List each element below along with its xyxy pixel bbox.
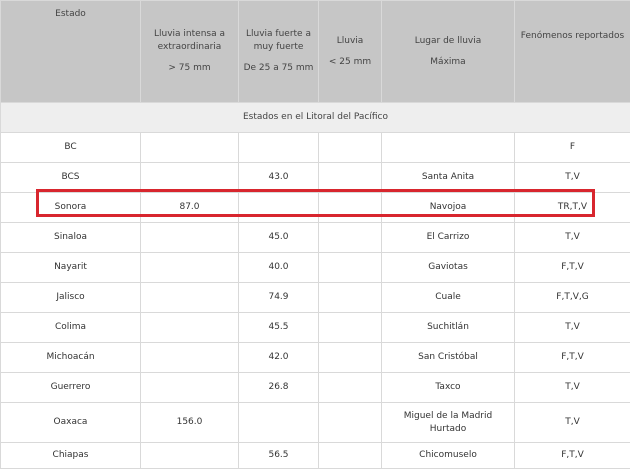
header-lugar: Lugar de lluvia Máxima (382, 1, 515, 103)
cell-lugar: El Carrizo (382, 223, 515, 253)
cell-estado: Michoacán (1, 343, 141, 373)
table-row-highlighted: Sinaloa 45.0 El Carrizo T,V (1, 223, 630, 253)
cell-intensa (141, 253, 239, 283)
cell-intensa: 87.0 (141, 193, 239, 223)
cell-lugar-line2: Hurtado (385, 423, 511, 436)
cell-estado: Chiapas (1, 443, 141, 469)
cell-lluvia (319, 343, 382, 373)
header-lluvia-intensa: Lluvia intensa a extraordinaria > 75 mm (141, 1, 239, 103)
cell-lluvia (319, 223, 382, 253)
table-row: Guerrero 26.8 Taxco T,V (1, 373, 630, 403)
cell-fuerte (239, 193, 319, 223)
cell-fenomenos: T,V (515, 403, 630, 443)
table-row: Chiapas 56.5 Chicomuselo F,T,V (1, 443, 630, 469)
cell-estado: BCS (1, 163, 141, 193)
cell-lluvia (319, 403, 382, 443)
cell-lluvia (319, 443, 382, 469)
rainfall-table: Estado Lluvia intensa a extraordinaria >… (0, 0, 630, 469)
cell-intensa (141, 343, 239, 373)
cell-intensa (141, 373, 239, 403)
cell-lugar: Suchitlán (382, 313, 515, 343)
cell-lugar: Cuale (382, 283, 515, 313)
cell-estado: Oaxaca (1, 403, 141, 443)
cell-lluvia (319, 313, 382, 343)
cell-intensa: 156.0 (141, 403, 239, 443)
cell-fuerte: 74.9 (239, 283, 319, 313)
header-lluvia: Lluvia < 25 mm (319, 1, 382, 103)
cell-fuerte: 45.5 (239, 313, 319, 343)
cell-lugar: Navojoa (382, 193, 515, 223)
cell-fenomenos: T,V (515, 223, 630, 253)
table-row: Oaxaca 156.0 Miguel de la Madrid Hurtado… (1, 403, 630, 443)
cell-fenomenos: F,T,V (515, 343, 630, 373)
cell-fenomenos: TR,T,V (515, 193, 630, 223)
cell-lluvia (319, 253, 382, 283)
cell-intensa (141, 313, 239, 343)
cell-fenomenos: F,T,V (515, 443, 630, 469)
cell-lluvia (319, 193, 382, 223)
header-estado: Estado (1, 1, 141, 103)
cell-estado: Colima (1, 313, 141, 343)
cell-fenomenos: T,V (515, 163, 630, 193)
cell-estado: Sinaloa (1, 223, 141, 253)
table-row: Sonora 87.0 Navojoa TR,T,V (1, 193, 630, 223)
cell-lugar: Gaviotas (382, 253, 515, 283)
cell-fenomenos: F,T,V,G (515, 283, 630, 313)
cell-lugar: Taxco (382, 373, 515, 403)
cell-intensa (141, 283, 239, 313)
cell-fuerte (239, 403, 319, 443)
cell-fuerte: 45.0 (239, 223, 319, 253)
cell-fuerte: 56.5 (239, 443, 319, 469)
cell-lugar: Miguel de la Madrid Hurtado (382, 403, 515, 443)
cell-estado: Guerrero (1, 373, 141, 403)
table-row: BCS 43.0 Santa Anita T,V (1, 163, 630, 193)
cell-fenomenos: T,V (515, 313, 630, 343)
cell-fuerte: 43.0 (239, 163, 319, 193)
table-row: Jalisco 74.9 Cuale F,T,V,G (1, 283, 630, 313)
cell-fuerte (239, 133, 319, 163)
cell-estado: Sonora (1, 193, 141, 223)
cell-fenomenos: T,V (515, 373, 630, 403)
cell-estado: Nayarit (1, 253, 141, 283)
cell-fuerte: 42.0 (239, 343, 319, 373)
cell-intensa (141, 223, 239, 253)
cell-lugar (382, 133, 515, 163)
cell-lugar: Chicomuselo (382, 443, 515, 469)
table-row: Michoacán 42.0 San Cristóbal F,T,V (1, 343, 630, 373)
cell-fenomenos: F,T,V (515, 253, 630, 283)
cell-lluvia (319, 163, 382, 193)
section-row: Estados en el Litoral del Pacífico (1, 103, 630, 133)
cell-lluvia (319, 283, 382, 313)
header-row: Estado Lluvia intensa a extraordinaria >… (1, 1, 630, 103)
cell-fuerte: 40.0 (239, 253, 319, 283)
cell-lugar: Santa Anita (382, 163, 515, 193)
cell-estado: Jalisco (1, 283, 141, 313)
cell-estado: BC (1, 133, 141, 163)
header-fenomenos: Fenómenos reportados (515, 1, 630, 103)
cell-intensa (141, 163, 239, 193)
table-row: Nayarit 40.0 Gaviotas F,T,V (1, 253, 630, 283)
table-row: Colima 45.5 Suchitlán T,V (1, 313, 630, 343)
table-row: BC F (1, 133, 630, 163)
section-title: Estados en el Litoral del Pacífico (1, 103, 630, 133)
cell-intensa (141, 133, 239, 163)
cell-lugar: San Cristóbal (382, 343, 515, 373)
cell-lugar-line1: Miguel de la Madrid (385, 410, 511, 423)
cell-lluvia (319, 373, 382, 403)
cell-intensa (141, 443, 239, 469)
cell-lluvia (319, 133, 382, 163)
cell-fenomenos: F (515, 133, 630, 163)
header-lluvia-fuerte: Lluvia fuerte a muy fuerte De 25 a 75 mm (239, 1, 319, 103)
cell-fuerte: 26.8 (239, 373, 319, 403)
